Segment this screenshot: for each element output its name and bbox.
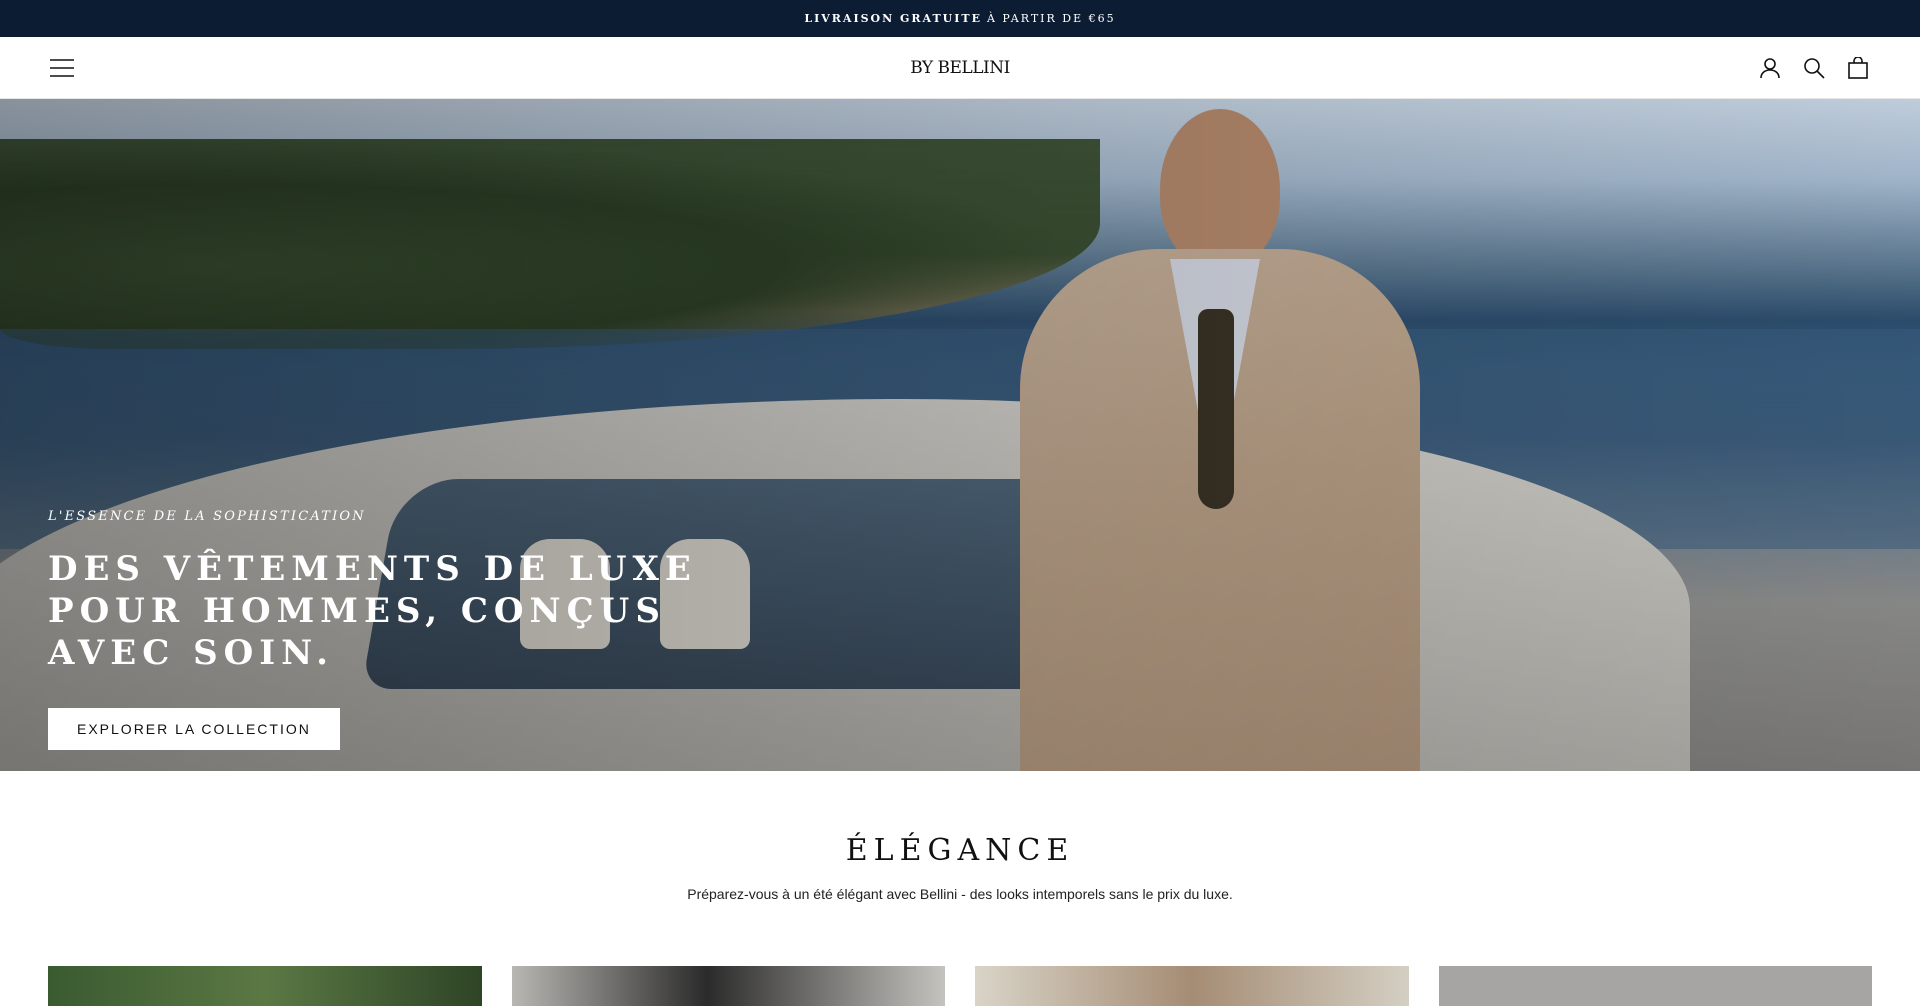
- section-subtitle: Préparez-vous à un été élégant avec Bell…: [687, 886, 1233, 902]
- announcement-rest: À PARTIR DE €65: [986, 12, 1116, 25]
- menu-icon[interactable]: [48, 54, 76, 82]
- section-title: ÉLÉGANCE: [845, 833, 1075, 868]
- product-card-image[interactable]: [1438, 966, 1872, 1006]
- product-card-image[interactable]: [511, 966, 945, 1006]
- product-card-image[interactable]: [48, 966, 482, 1006]
- site-header: BY BELLINI: [0, 37, 1920, 99]
- hero-eyebrow: L'ESSENCE DE LA SOPHISTICATION: [48, 509, 366, 524]
- cart-icon[interactable]: [1844, 54, 1872, 82]
- announcement-bold: LIVRAISON GRATUITE: [804, 12, 982, 25]
- hero-title: DES VÊTEMENTS DE LUXE POUR HOMMES, CONÇU…: [48, 549, 697, 673]
- account-icon[interactable]: [1756, 54, 1784, 82]
- hero-banner: L'ESSENCE DE LA SOPHISTICATION DES VÊTEM…: [0, 99, 1920, 771]
- site-logo[interactable]: BY BELLINI: [910, 58, 1010, 78]
- product-cards: [48, 966, 1872, 1006]
- product-card-image[interactable]: [975, 966, 1409, 1006]
- hero-content: L'ESSENCE DE LA SOPHISTICATION DES VÊTEM…: [48, 509, 808, 750]
- explore-collection-button[interactable]: EXPLORER LA COLLECTION: [48, 708, 340, 750]
- announcement-bar: LIVRAISON GRATUITE À PARTIR DE €65: [0, 0, 1920, 37]
- elegance-section: ÉLÉGANCE Préparez-vous à un été élégant …: [0, 771, 1920, 902]
- search-icon[interactable]: [1800, 54, 1828, 82]
